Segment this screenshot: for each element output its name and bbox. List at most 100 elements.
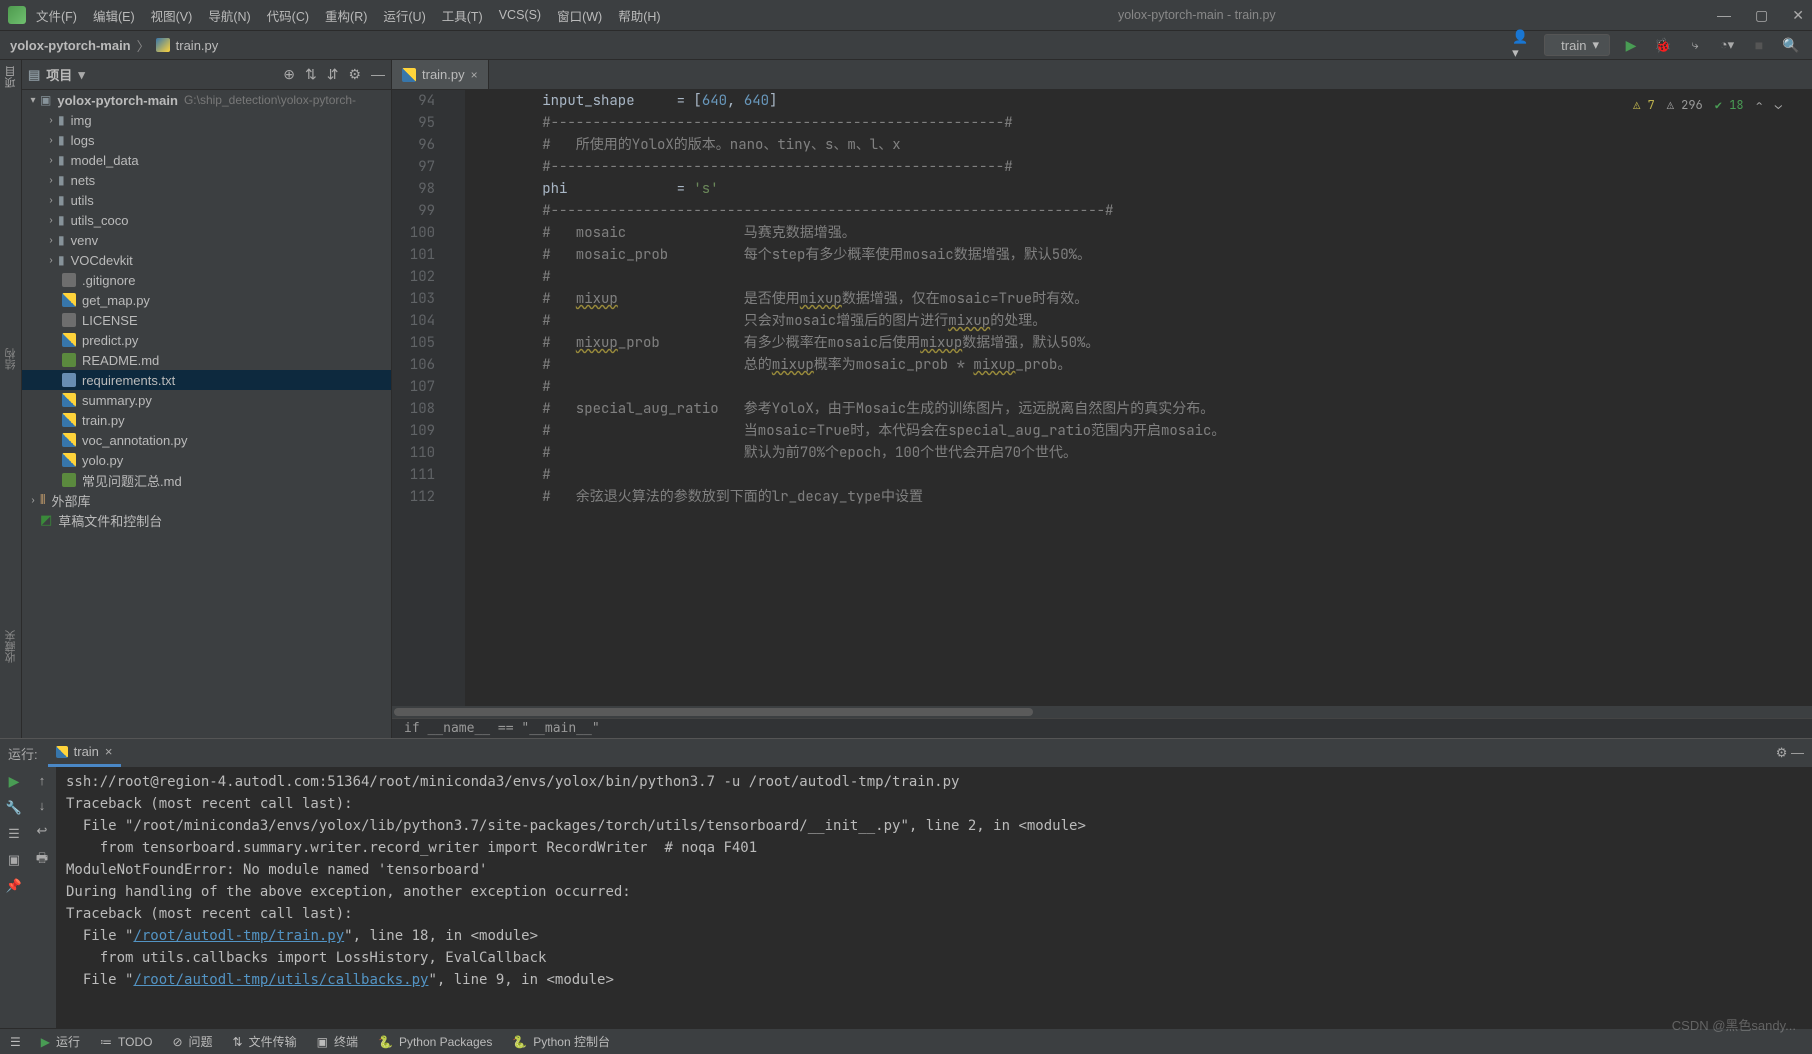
- tree-file[interactable]: requirements.txt: [22, 370, 391, 390]
- stop-button[interactable]: ■: [1748, 34, 1770, 56]
- statusbar-todo[interactable]: ≔ TODO: [100, 1035, 152, 1049]
- statusbar-run[interactable]: ▶运行: [41, 1033, 80, 1050]
- tree-external-libs[interactable]: › ⫴ 外部库: [22, 490, 391, 510]
- menu-refactor[interactable]: 重构(R): [325, 6, 367, 25]
- layout-icon[interactable]: ▣: [8, 852, 20, 868]
- tree-folder[interactable]: ›▮logs: [22, 130, 391, 150]
- soft-wrap-icon[interactable]: ↩: [37, 823, 48, 839]
- statusbar-python-console[interactable]: 🐍 Python 控制台: [512, 1033, 610, 1050]
- tree-file[interactable]: train.py: [22, 410, 391, 430]
- statusbar-terminal[interactable]: ▣ 终端: [317, 1033, 358, 1050]
- menu-navigate[interactable]: 导航(N): [208, 6, 250, 25]
- chevron-right-icon[interactable]: ›: [44, 255, 58, 266]
- statusbar-problems[interactable]: ⊘ 问题: [172, 1033, 212, 1050]
- close-tab-icon[interactable]: ×: [105, 744, 113, 759]
- breadcrumb-file[interactable]: train.py: [176, 38, 219, 53]
- tree-file[interactable]: 常见问题汇总.md: [22, 470, 391, 490]
- warning-icon[interactable]: ⚠ 7: [1633, 94, 1655, 116]
- code-body[interactable]: input_shape = [640, 640] #--------------…: [465, 90, 1812, 706]
- editor-tab-train[interactable]: train.py ×: [392, 60, 489, 89]
- tree-file[interactable]: voc_annotation.py: [22, 430, 391, 450]
- statusbar-menu-icon[interactable]: ☰: [10, 1035, 21, 1049]
- tree-root[interactable]: ▾ ▣ yolox-pytorch-main G:\ship_detection…: [22, 90, 391, 110]
- tree-folder[interactable]: ›▮model_data: [22, 150, 391, 170]
- wrench-icon[interactable]: 🔧: [6, 800, 22, 816]
- tree-file[interactable]: get_map.py: [22, 290, 391, 310]
- menu-help[interactable]: 帮助(H): [618, 6, 660, 25]
- run-config-selector[interactable]: train ▾: [1544, 34, 1610, 56]
- expand-all-icon[interactable]: ⇅: [305, 66, 317, 83]
- editor-content[interactable]: 9495969798991001011021031041051061071081…: [392, 90, 1812, 706]
- chevron-down-icon[interactable]: ▾: [78, 67, 85, 83]
- statusbar-python-packages[interactable]: 🐍 Python Packages: [378, 1035, 492, 1049]
- stack-icon[interactable]: ☰: [8, 826, 20, 842]
- chevron-down-icon[interactable]: ⌄: [1775, 94, 1782, 116]
- code-breadcrumb[interactable]: if __name__ == "__main__": [392, 718, 1812, 738]
- tree-folder[interactable]: ›▮VOCdevkit: [22, 250, 391, 270]
- chevron-right-icon[interactable]: ›: [44, 235, 58, 246]
- menu-file[interactable]: 文件(F): [36, 6, 77, 25]
- pin-icon[interactable]: 📌: [6, 878, 22, 894]
- typo-icon[interactable]: ✔ 18: [1715, 94, 1744, 116]
- run-tab-train[interactable]: train ×: [48, 739, 121, 767]
- menu-vcs[interactable]: VCS(S): [499, 8, 541, 22]
- run-button[interactable]: ▶: [1620, 34, 1642, 56]
- chevron-right-icon[interactable]: ›: [26, 495, 40, 506]
- tree-file[interactable]: LICENSE: [22, 310, 391, 330]
- chevron-right-icon[interactable]: ›: [44, 155, 58, 166]
- scrollbar-thumb[interactable]: [394, 708, 1033, 716]
- hide-panel-icon[interactable]: —: [371, 66, 385, 83]
- chevron-right-icon[interactable]: ›: [44, 195, 58, 206]
- chevron-right-icon[interactable]: ›: [44, 115, 58, 126]
- chevron-up-icon[interactable]: ⌃: [1756, 94, 1763, 116]
- tree-folder[interactable]: ›▮img: [22, 110, 391, 130]
- debug-button[interactable]: 🐞: [1652, 34, 1674, 56]
- tree-file[interactable]: README.md: [22, 350, 391, 370]
- chevron-right-icon[interactable]: ›: [44, 215, 58, 226]
- chevron-down-icon[interactable]: ▾: [26, 95, 40, 106]
- coverage-button[interactable]: ⤷: [1684, 34, 1706, 56]
- tree-file[interactable]: predict.py: [22, 330, 391, 350]
- tree-folder[interactable]: ›▮utils_coco: [22, 210, 391, 230]
- tree-file[interactable]: yolo.py: [22, 450, 391, 470]
- project-tree[interactable]: ▾ ▣ yolox-pytorch-main G:\ship_detection…: [22, 90, 391, 738]
- chevron-right-icon[interactable]: ›: [44, 135, 58, 146]
- search-everywhere-button[interactable]: 🔍: [1780, 34, 1802, 56]
- menu-view[interactable]: 视图(V): [151, 6, 193, 25]
- tool-favorites-tab[interactable]: 收藏夹: [3, 630, 19, 663]
- tree-scratches[interactable]: ◩ 草稿文件和控制台: [22, 510, 391, 530]
- tree-file[interactable]: summary.py: [22, 390, 391, 410]
- editor-inspection-status[interactable]: ⚠ 7 ⚠ 296 ✔ 18 ⌃ ⌄: [1633, 94, 1782, 116]
- tool-structure-tab[interactable]: 结构: [3, 348, 19, 370]
- rerun-button[interactable]: ▶: [9, 773, 20, 790]
- settings-icon[interactable]: ⚙: [348, 66, 361, 83]
- tree-file[interactable]: .gitignore: [22, 270, 391, 290]
- tree-folder[interactable]: ›▮venv: [22, 230, 391, 250]
- menu-edit[interactable]: 编辑(E): [93, 6, 135, 25]
- menu-window[interactable]: 窗口(W): [557, 6, 602, 25]
- collapse-all-icon[interactable]: ⇵: [327, 66, 339, 83]
- close-window-icon[interactable]: ✕: [1792, 7, 1804, 24]
- minimize-icon[interactable]: —: [1717, 7, 1731, 24]
- user-add-icon[interactable]: 👤▾: [1512, 34, 1534, 56]
- menu-code[interactable]: 代码(C): [267, 6, 309, 25]
- menu-run[interactable]: 运行(U): [383, 6, 425, 25]
- chevron-right-icon[interactable]: ›: [44, 175, 58, 186]
- breadcrumb-root[interactable]: yolox-pytorch-main: [10, 38, 131, 53]
- locate-icon[interactable]: ⊕: [283, 66, 295, 83]
- scroll-up-icon[interactable]: ↑: [39, 773, 46, 788]
- console-output[interactable]: ssh://root@region-4.autodl.com:51364/roo…: [56, 767, 1812, 1028]
- weak-warning-icon[interactable]: ⚠ 296: [1667, 94, 1703, 116]
- run-settings-icon[interactable]: ⚙ —: [1776, 745, 1804, 761]
- tree-folder[interactable]: ›▮utils: [22, 190, 391, 210]
- statusbar-file-transfer[interactable]: ⇅ 文件传输: [233, 1033, 297, 1050]
- tool-project-tab[interactable]: 项目: [3, 66, 19, 88]
- menu-tools[interactable]: 工具(T): [442, 6, 483, 25]
- horizontal-scrollbar[interactable]: [392, 706, 1812, 718]
- print-icon[interactable]: 🖶: [36, 849, 48, 871]
- maximize-icon[interactable]: ▢: [1755, 7, 1768, 24]
- close-tab-icon[interactable]: ×: [471, 68, 478, 82]
- scroll-down-icon[interactable]: ↓: [39, 798, 46, 813]
- tree-folder[interactable]: ›▮nets: [22, 170, 391, 190]
- profile-button[interactable]: ◔▾: [1716, 34, 1738, 56]
